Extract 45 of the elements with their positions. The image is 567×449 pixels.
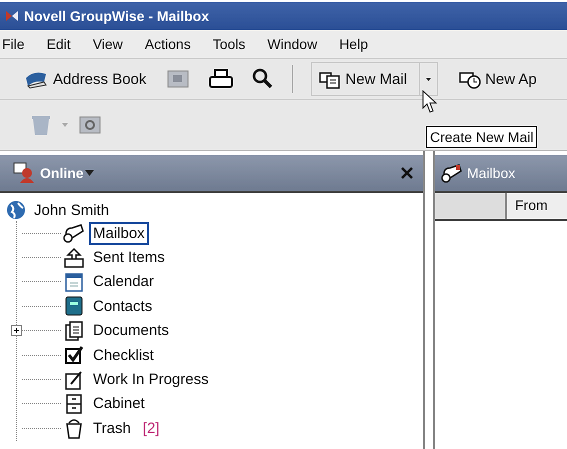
app-logo-icon: [4, 8, 20, 24]
document-icon: [63, 320, 85, 342]
unread-count: [2]: [142, 420, 160, 437]
folder-item[interactable]: Cabinet: [89, 392, 149, 416]
caret-icon: [426, 76, 432, 82]
calendar-icon: [63, 270, 85, 293]
menu-item[interactable]: Window: [267, 36, 318, 52]
mailbox-icon: [441, 162, 465, 184]
folder-item[interactable]: Documents: [89, 319, 173, 342]
folder-item[interactable]: Sent Items: [89, 246, 169, 270]
print-icon[interactable]: [208, 68, 234, 90]
menu-item[interactable]: Actions: [144, 36, 191, 52]
caret-icon: [84, 170, 94, 176]
expand-icon[interactable]: [11, 325, 22, 336]
outbox-icon: [63, 246, 85, 269]
mouse-cursor-icon: [422, 90, 438, 114]
mailbox-icon: [63, 222, 85, 244]
window-title: Novell GroupWise - Mailbox: [24, 8, 210, 24]
view-icon[interactable]: [166, 68, 190, 90]
column-header[interactable]: From: [507, 193, 567, 219]
folder-item[interactable]: Calendar: [89, 270, 158, 294]
search-icon[interactable]: [252, 68, 274, 90]
menu-item[interactable]: Edit: [46, 36, 71, 52]
address-book-icon: [63, 295, 85, 318]
tooltip: Create New Mail: [426, 126, 538, 148]
trash-icon: [63, 417, 85, 440]
menu-item[interactable]: Tools: [212, 36, 246, 52]
menu-item[interactable]: View: [92, 36, 123, 52]
checkbox-icon: [63, 344, 85, 366]
menu-item[interactable]: File: [2, 36, 25, 52]
globe-icon: [6, 200, 26, 220]
view-icon[interactable]: [78, 114, 102, 136]
folder-item[interactable]: Work In Progress: [89, 368, 213, 392]
folder-item[interactable]: Trash: [89, 416, 135, 440]
menu-item[interactable]: Help: [339, 36, 368, 52]
folder-item[interactable]: Contacts: [89, 294, 156, 318]
close-icon[interactable]: [401, 167, 413, 179]
online-dropdown[interactable]: Online: [40, 165, 94, 181]
folder-item[interactable]: Mailbox: [89, 222, 149, 245]
pane-title: Mailbox: [467, 165, 516, 181]
address-book-button[interactable]: Address Book: [22, 66, 148, 92]
user-name[interactable]: John Smith: [34, 202, 110, 218]
blank-column-header[interactable]: [435, 193, 507, 219]
new-appointment-button[interactable]: New Ap: [456, 66, 539, 92]
folder-item[interactable]: Checklist: [89, 344, 158, 367]
